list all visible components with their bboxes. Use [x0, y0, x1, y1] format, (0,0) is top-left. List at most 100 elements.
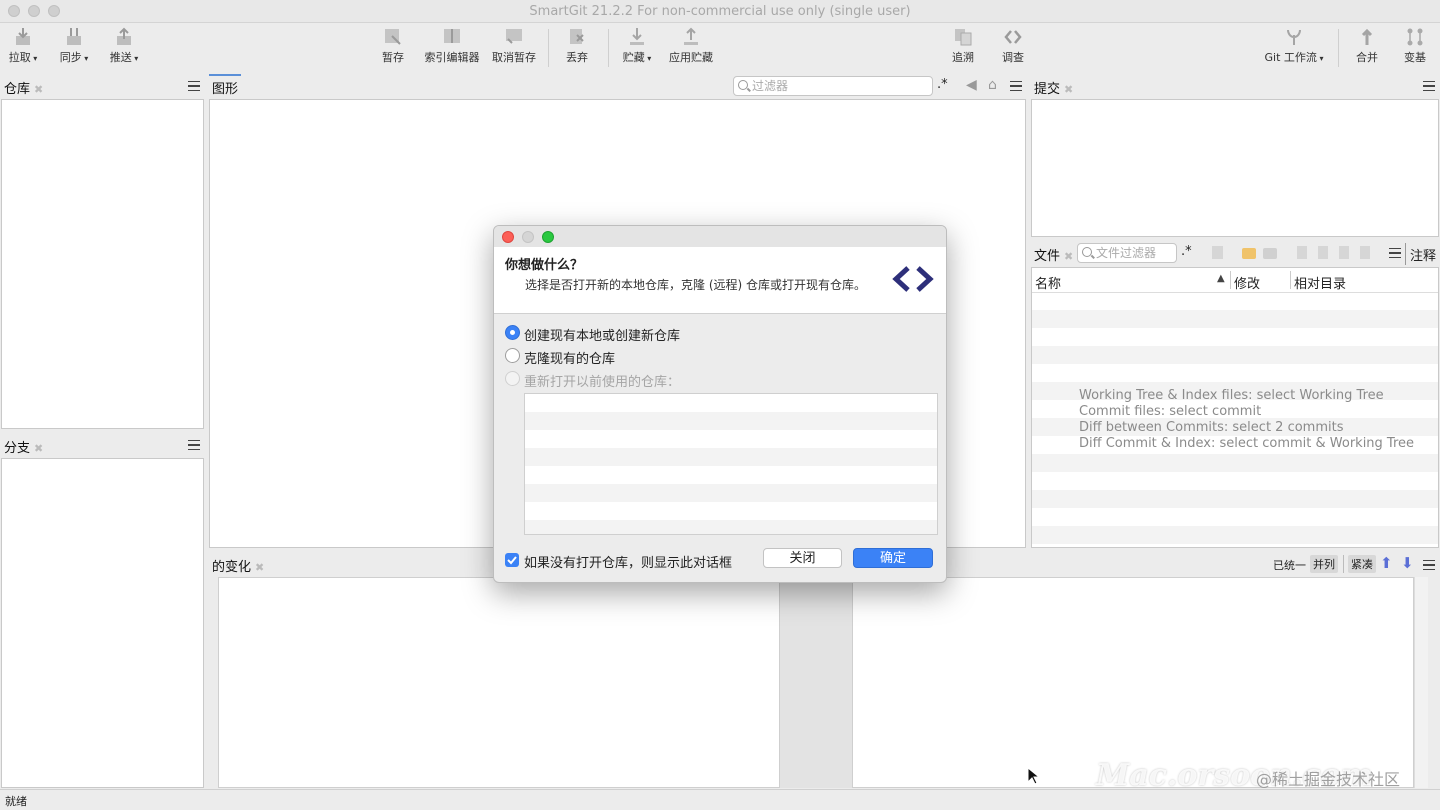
files-regex-toggle[interactable]: .* — [1181, 244, 1192, 259]
file-icon[interactable] — [1360, 246, 1370, 259]
file-icon[interactable] — [1212, 246, 1223, 259]
merge-button[interactable]: 合并 — [1350, 27, 1384, 71]
watermark-credit: @稀土掘金技术社区 — [1256, 770, 1401, 789]
index-editor-icon — [444, 29, 460, 43]
stage-button[interactable]: 暂存 — [376, 27, 410, 71]
dialog-minimize-button[interactable] — [522, 231, 534, 243]
branches-menu-icon[interactable] — [188, 440, 200, 450]
files-filter-input[interactable]: 文件过滤器 — [1077, 243, 1177, 263]
file-icon[interactable] — [1318, 246, 1328, 259]
close-button[interactable]: 关闭 — [763, 548, 842, 568]
log-label: 追溯 — [952, 51, 974, 64]
changes-menu-icon[interactable] — [1423, 560, 1435, 570]
discard-button[interactable]: 丢弃 — [560, 27, 594, 71]
log-icon — [955, 29, 972, 46]
rebase-button[interactable]: 变基 — [1398, 27, 1432, 71]
investigate-label: 调查 — [1002, 51, 1024, 64]
option-clone-label[interactable]: 克隆现有的仓库 — [524, 348, 615, 367]
investigate-button[interactable]: 调查 — [996, 27, 1030, 71]
diff-left-pane[interactable] — [218, 577, 780, 788]
sync-label: 同步 — [59, 51, 82, 64]
arrow-up-icon[interactable]: ⬆ — [1380, 554, 1393, 572]
table-row — [1032, 526, 1438, 544]
option-reopen-label: 重新打开以前使用的仓库： — [524, 375, 681, 390]
welcome-dialog: 你想做什么？ 选择是否打开新的本地仓库，克隆 (远程) 仓库或打开现有仓库。 创… — [493, 225, 947, 583]
option-create-label[interactable]: 创建现有本地或创建新仓库 — [524, 325, 680, 344]
close-panel-icon[interactable]: ✖ — [34, 83, 43, 96]
log-button[interactable]: 追溯 — [946, 27, 980, 71]
repositories-menu-icon[interactable] — [188, 81, 200, 91]
rebase-label: 变基 — [1404, 51, 1426, 64]
stash-label: 贮藏 — [622, 51, 645, 64]
branches-title: 分支 — [4, 441, 31, 456]
merge-icon — [1361, 28, 1373, 45]
toolbar-separator — [548, 29, 549, 67]
scrollbar[interactable] — [1414, 577, 1428, 788]
mouse-cursor-icon — [1027, 767, 1039, 785]
close-panel-icon[interactable]: ✖ — [34, 442, 43, 455]
folder-icon[interactable] — [1242, 248, 1256, 259]
changes-title: 的变化 — [212, 560, 252, 575]
side-by-side-toggle[interactable]: 并列 — [1310, 555, 1338, 573]
stash-button[interactable]: 贮藏 ▾ — [618, 27, 656, 71]
checkmark-icon — [507, 556, 517, 565]
column-relative-dir[interactable]: 相对目录 — [1294, 273, 1346, 292]
git-flow-button[interactable]: Git 工作流 ▾ — [1260, 27, 1328, 71]
files-panel[interactable]: 名称 ▲ 修改 相对目录 Working Tree & Index files:… — [1031, 267, 1439, 548]
branches-header: 分支 ✖ — [4, 437, 43, 459]
apply-stash-button[interactable]: 应用贮藏 — [666, 27, 716, 71]
sync-button[interactable]: 同步 ▾ — [54, 27, 94, 71]
main-toolbar: 拉取 ▾ 同步 ▾ 推送 ▾ 暂存 索引编辑器 取消暂存 丢弃 贮藏 ▾ 应用贮… — [0, 23, 1440, 73]
commits-title: 提交 — [1034, 82, 1061, 97]
list-item — [525, 484, 937, 502]
recent-repositories-list[interactable] — [524, 393, 938, 535]
window-title: SmartGit 21.2.2 For non-commercial use o… — [529, 4, 911, 19]
arrow-left-icon[interactable]: ◀ — [966, 77, 977, 93]
push-button[interactable]: 推送 ▾ — [104, 27, 144, 71]
repositories-title: 仓库 — [4, 82, 31, 97]
show-dialog-label[interactable]: 如果没有打开仓库，则显示此对话框 — [524, 552, 732, 571]
commits-menu-icon[interactable] — [1423, 81, 1435, 91]
notes-tab[interactable]: 注释 — [1410, 245, 1436, 264]
file-icon[interactable] — [1339, 246, 1349, 259]
pull-button[interactable]: 拉取 ▾ — [4, 27, 42, 71]
close-panel-icon[interactable]: ✖ — [255, 561, 264, 574]
column-name[interactable]: 名称 — [1035, 273, 1061, 292]
graph-title[interactable]: 图形 — [212, 82, 238, 97]
branches-panel[interactable] — [1, 458, 204, 788]
dialog-zoom-button[interactable] — [542, 231, 554, 243]
dialog-subtitle: 选择是否打开新的本地仓库，克隆 (远程) 仓库或打开现有仓库。 — [525, 278, 866, 292]
window-titlebar: SmartGit 21.2.2 For non-commercial use o… — [0, 0, 1440, 23]
graph-menu-icon[interactable] — [1010, 81, 1022, 91]
index-editor-label: 索引编辑器 — [424, 51, 480, 64]
search-icon — [1082, 247, 1092, 257]
dialog-header: 你想做什么？ 选择是否打开新的本地仓库，克隆 (远程) 仓库或打开现有仓库。 — [494, 247, 946, 314]
dialog-close-button[interactable] — [502, 231, 514, 243]
close-panel-icon[interactable]: ✖ — [1064, 83, 1073, 96]
regex-toggle[interactable]: .* — [937, 77, 948, 92]
option-clone-radio[interactable] — [505, 348, 520, 363]
unstage-button[interactable]: 取消暂存 — [490, 27, 538, 71]
arrow-down-icon[interactable]: ⬇ — [1401, 554, 1414, 572]
repositories-panel[interactable] — [1, 99, 204, 429]
files-filter-placeholder: 文件过滤器 — [1096, 246, 1157, 260]
folder-icon[interactable] — [1263, 248, 1277, 259]
graph-filter-input[interactable]: 过滤器 — [733, 76, 933, 96]
divider — [1290, 271, 1291, 289]
commits-panel[interactable] — [1031, 99, 1439, 237]
files-menu-icon[interactable] — [1389, 248, 1401, 258]
compact-toggle[interactable]: 紧凑 — [1348, 555, 1376, 573]
close-panel-icon[interactable]: ✖ — [1064, 250, 1073, 263]
git-flow-icon — [1287, 29, 1301, 45]
option-create-radio[interactable] — [505, 325, 520, 340]
table-row — [1032, 454, 1438, 472]
show-dialog-checkbox[interactable] — [505, 553, 519, 567]
index-editor-button[interactable]: 索引编辑器 — [422, 27, 482, 71]
column-modified[interactable]: 修改 — [1234, 273, 1260, 292]
home-icon[interactable]: ⌂ — [988, 77, 997, 93]
commits-header: 提交 ✖ — [1034, 78, 1073, 100]
ok-button[interactable]: 确定 — [853, 548, 933, 568]
file-icon[interactable] — [1297, 246, 1307, 259]
diff-right-pane[interactable] — [852, 577, 1414, 788]
unified-toggle[interactable]: 已统一 — [1273, 557, 1306, 573]
